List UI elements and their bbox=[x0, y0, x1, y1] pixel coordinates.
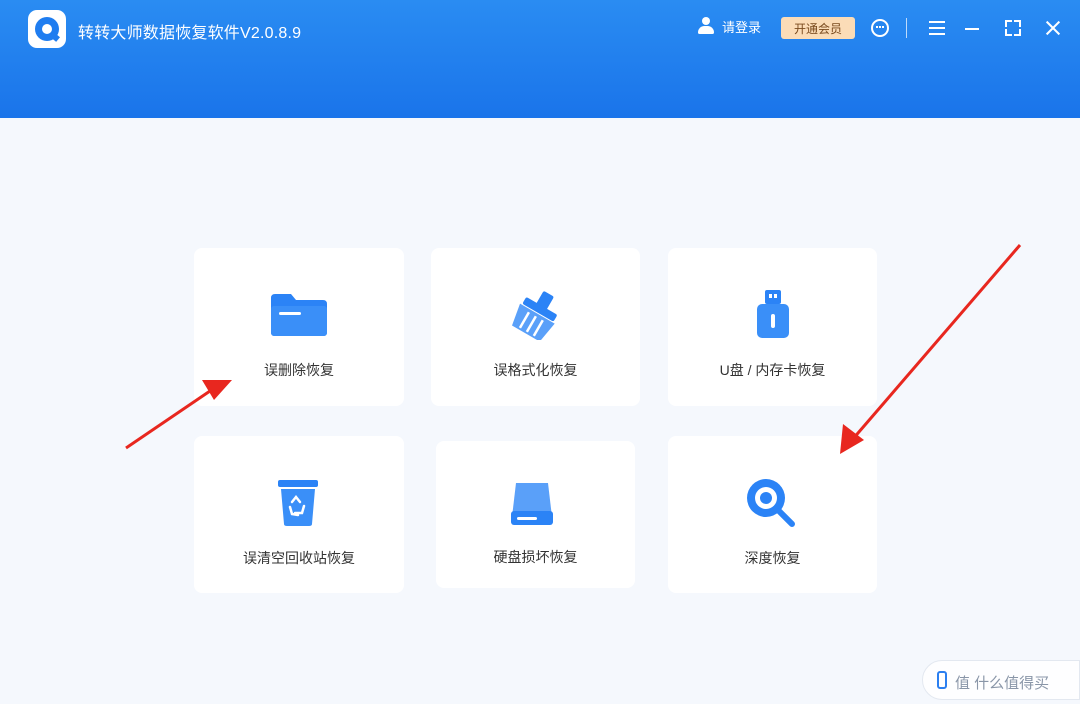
vip-button[interactable]: 开通会员 bbox=[781, 17, 855, 39]
card-label: 误删除恢复 bbox=[264, 362, 334, 378]
card-deleted-recovery[interactable]: 误删除恢复 bbox=[194, 248, 404, 406]
card-label: U盘 / 内存卡恢复 bbox=[719, 362, 826, 378]
app-logo-icon bbox=[28, 10, 66, 48]
title-bar: 转转大师数据恢复软件V2.0.8.9 请登录 开通会员 bbox=[0, 0, 1080, 118]
deep-scan-icon bbox=[747, 479, 795, 527]
menu-icon[interactable] bbox=[929, 21, 945, 35]
hard-disk-icon bbox=[511, 483, 553, 525]
customer-service-icon[interactable] bbox=[871, 19, 889, 37]
maximize-icon[interactable] bbox=[1005, 20, 1021, 36]
close-icon[interactable] bbox=[1044, 19, 1062, 37]
card-disk-damage-recovery[interactable]: 硬盘损坏恢复 bbox=[436, 441, 635, 588]
card-usb-recovery[interactable]: U盘 / 内存卡恢复 bbox=[668, 248, 877, 406]
login-label: 请登录 bbox=[722, 19, 762, 35]
login-button[interactable]: 请登录 bbox=[696, 15, 761, 37]
card-label: 深度恢复 bbox=[744, 550, 801, 566]
watermark-text: 值 什么值得买 bbox=[955, 675, 1050, 692]
card-format-recovery[interactable]: 误格式化恢复 bbox=[431, 248, 640, 406]
usb-drive-icon bbox=[757, 290, 789, 338]
broom-icon bbox=[512, 291, 557, 340]
watermark: 值 什么值得买 bbox=[922, 660, 1080, 700]
phone-icon bbox=[937, 671, 947, 689]
card-recycle-bin-recovery[interactable]: 误清空回收站恢复 bbox=[194, 436, 404, 593]
card-deep-recovery[interactable]: 深度恢复 bbox=[668, 436, 877, 593]
card-label: 误格式化恢复 bbox=[493, 362, 578, 378]
app-title: 转转大师数据恢复软件V2.0.8.9 bbox=[78, 25, 302, 42]
user-icon bbox=[696, 16, 716, 36]
minimize-icon[interactable] bbox=[965, 28, 979, 30]
recycle-bin-icon bbox=[278, 480, 318, 526]
card-label: 误清空回收站恢复 bbox=[243, 550, 355, 566]
card-label: 硬盘损坏恢复 bbox=[493, 549, 578, 565]
folder-icon bbox=[271, 294, 327, 336]
toolbar-divider bbox=[906, 18, 907, 38]
